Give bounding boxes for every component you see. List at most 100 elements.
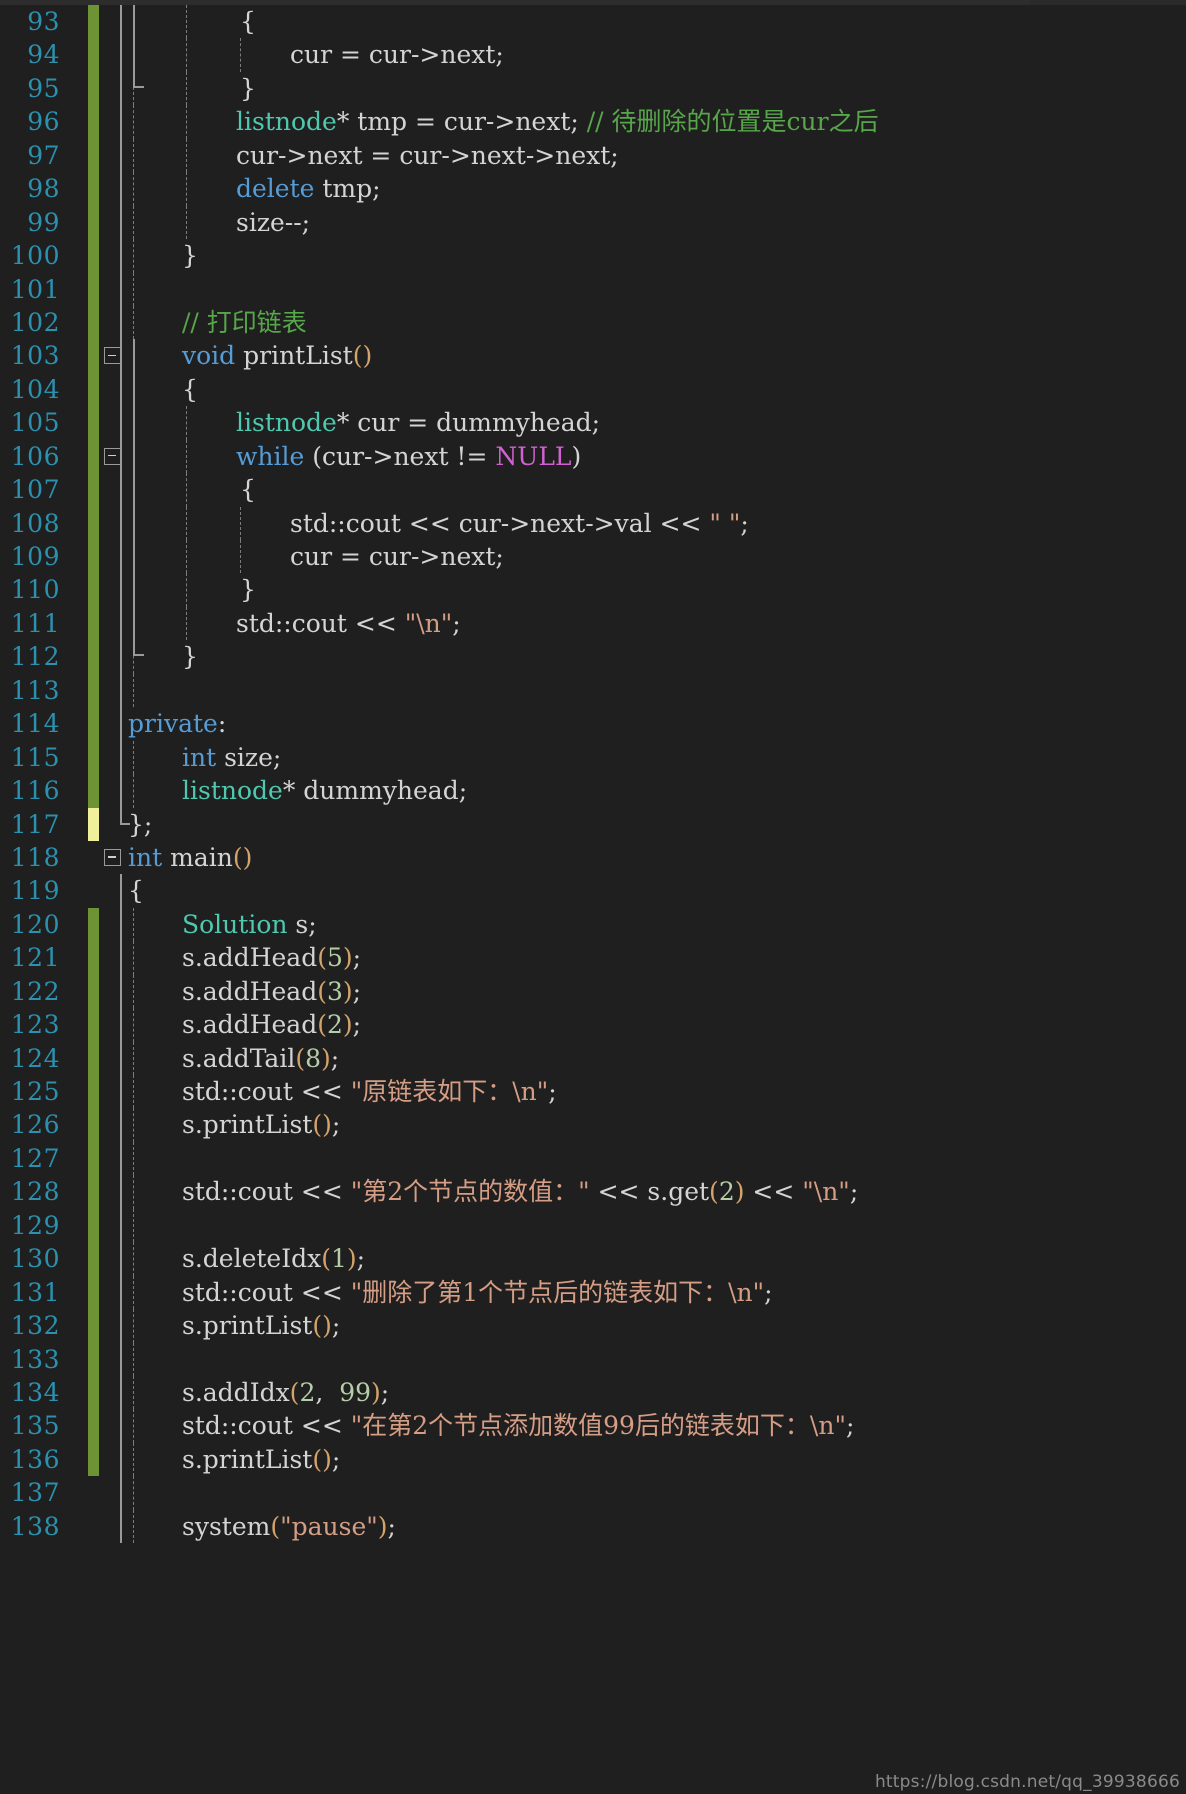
code-editor-viewport[interactable]: 93{94 cur = cur->next; 95} 96 listnode* tmp …	[0, 0, 1186, 1794]
code-line[interactable]: 99 size--;	[0, 205, 1186, 240]
code-text[interactable]: }	[182, 239, 198, 272]
code-text[interactable]: cur = cur->next;	[290, 38, 504, 71]
code-line[interactable]: 96 listnode* tmp = cur->next; // 待删除的位置是c…	[0, 105, 1186, 139]
code-text[interactable]: cur = cur->next;	[290, 540, 504, 573]
line-number: 99	[27, 207, 60, 237]
collapse-region-icon[interactable]	[104, 848, 121, 866]
code-line[interactable]: 102 // 打印链表	[0, 305, 1186, 340]
code-line[interactable]: 105 listnode* cur = dummyhead;	[0, 406, 1186, 440]
code-line[interactable]: 137	[0, 1476, 1186, 1510]
code-text[interactable]: listnode* tmp = cur->next; // 待删除的位置是cur…	[236, 105, 879, 138]
code-text[interactable]: int size;	[182, 741, 281, 774]
code-text[interactable]: {	[240, 5, 256, 38]
code-line[interactable]: 124 s.addTail(8);	[0, 1041, 1186, 1075]
code-text[interactable]: listnode* cur = dummyhead;	[236, 406, 600, 439]
code-line[interactable]: 94 cur = cur->next;	[0, 38, 1186, 72]
code-line[interactable]: 103 void printList()	[0, 339, 1186, 373]
code-text[interactable]: s.printList();	[182, 1443, 340, 1476]
code-text[interactable]: }	[240, 573, 256, 606]
code-line[interactable]: 132 s.printList();	[0, 1309, 1186, 1343]
code-text[interactable]: std::cout << "原链表如下：\n";	[182, 1075, 557, 1108]
collapse-region-icon[interactable]	[104, 347, 121, 365]
code-text[interactable]: {	[128, 874, 144, 907]
code-line[interactable]: 130 s.deleteIdx(1);	[0, 1242, 1186, 1276]
code-text[interactable]: // 打印链表	[182, 306, 307, 339]
code-line[interactable]: 117};	[0, 807, 1186, 841]
code-line[interactable]: 115 int size;	[0, 740, 1186, 775]
code-line[interactable]: 133	[0, 1342, 1186, 1376]
indent-guide	[133, 1375, 134, 1410]
code-line[interactable]: 118 int main()	[0, 841, 1186, 874]
bracket-guide	[133, 439, 135, 474]
code-line[interactable]: 127	[0, 1141, 1186, 1176]
code-text[interactable]: s.printList();	[182, 1108, 340, 1141]
code-line[interactable]: 131 std::cout << "删除了第1个节点后的链表如下：\n";	[0, 1275, 1186, 1310]
code-line[interactable]: 121 s.addHead(5);	[0, 941, 1186, 975]
code-line[interactable]: 109 cur = cur->next;	[0, 540, 1186, 574]
code-line[interactable]: 119 {	[0, 874, 1186, 908]
code-line[interactable]: 100}	[0, 239, 1186, 273]
code-line[interactable]: 134 s.addIdx(2, 99);	[0, 1375, 1186, 1410]
code-text[interactable]: s.addHead(3);	[182, 975, 361, 1008]
code-line[interactable]: 98 delete tmp;	[0, 172, 1186, 206]
code-token: )	[346, 1244, 357, 1274]
code-text[interactable]: s.addIdx(2, 99);	[182, 1376, 389, 1409]
bracket-guide	[133, 372, 135, 407]
code-text[interactable]: s.deleteIdx(1);	[182, 1242, 365, 1275]
code-text[interactable]: };	[128, 808, 152, 841]
code-text[interactable]: listnode* dummyhead;	[182, 774, 467, 807]
code-line[interactable]: 138 system("pause");	[0, 1509, 1186, 1544]
code-line[interactable]: 107 {	[0, 473, 1186, 507]
code-text[interactable]: s.addHead(5);	[182, 941, 361, 974]
code-text[interactable]: std::cout << "第2个节点的数值：" << s.get(2) << …	[182, 1175, 858, 1208]
code-line[interactable]: 114 private:	[0, 707, 1186, 741]
code-text[interactable]: std::cout << cur->next->val << " ";	[290, 507, 749, 540]
code-text[interactable]: while (cur->next != NULL)	[236, 440, 581, 473]
code-line[interactable]: 112}	[0, 640, 1186, 674]
code-text[interactable]: size--;	[236, 206, 310, 239]
code-text[interactable]: s.printList();	[182, 1309, 340, 1342]
code-text[interactable]: }	[182, 640, 198, 673]
code-text[interactable]: system("pause");	[182, 1510, 396, 1543]
code-line[interactable]: 120 Solution s;	[0, 907, 1186, 942]
code-text[interactable]: delete tmp;	[236, 172, 381, 205]
code-token: void	[182, 341, 236, 371]
code-text[interactable]: std::cout << "\n";	[236, 607, 461, 640]
code-line[interactable]: 106 while (cur->next != NULL)	[0, 439, 1186, 474]
code-line[interactable]: 135 std::cout << "在第2个节点添加数值99后的链表如下：\n";	[0, 1409, 1186, 1443]
code-line[interactable]: 93 {	[0, 5, 1186, 39]
code-text[interactable]: void printList()	[182, 339, 372, 372]
code-text[interactable]: }	[240, 72, 256, 105]
code-text[interactable]: {	[240, 473, 256, 506]
code-text[interactable]: std::cout << "在第2个节点添加数值99后的链表如下：\n";	[182, 1409, 854, 1442]
code-line[interactable]: 108 std::cout << cur->next->val << " ";	[0, 506, 1186, 540]
code-text[interactable]: {	[182, 373, 198, 406]
code-line[interactable]: 104 {	[0, 372, 1186, 407]
code-text[interactable]: std::cout << "删除了第1个节点后的链表如下：\n";	[182, 1276, 773, 1309]
code-line[interactable]: 125 std::cout << "原链表如下：\n";	[0, 1075, 1186, 1109]
code-line[interactable]: 129	[0, 1208, 1186, 1243]
code-text[interactable]: private:	[128, 707, 226, 740]
scope-guide-line	[120, 272, 122, 306]
code-line[interactable]: 116 listnode* dummyhead;	[0, 774, 1186, 808]
code-line[interactable]: 111 std::cout << "\n";	[0, 606, 1186, 641]
code-line[interactable]: 110}	[0, 573, 1186, 607]
code-text[interactable]: int main()	[128, 841, 252, 874]
scope-guide-line	[120, 205, 122, 240]
collapse-region-icon[interactable]	[104, 447, 121, 465]
code-token: (	[709, 1177, 719, 1207]
code-line[interactable]: 126 s.printList();	[0, 1108, 1186, 1142]
code-text[interactable]: cur->next = cur->next->next;	[236, 139, 619, 172]
code-text[interactable]: s.addTail(8);	[182, 1042, 339, 1075]
code-line[interactable]: 123 s.addHead(2);	[0, 1008, 1186, 1042]
code-line[interactable]: 136 s.printList();	[0, 1442, 1186, 1477]
code-line[interactable]: 101	[0, 272, 1186, 306]
code-line[interactable]: 113	[0, 673, 1186, 708]
code-text[interactable]: Solution s;	[182, 908, 317, 941]
change-tracking-bar	[88, 1510, 99, 1543]
code-text[interactable]: s.addHead(2);	[182, 1008, 361, 1041]
code-line[interactable]: 128 std::cout << "第2个节点的数值：" << s.get(2) …	[0, 1175, 1186, 1209]
code-line[interactable]: 95}	[0, 71, 1186, 106]
code-line[interactable]: 122 s.addHead(3);	[0, 974, 1186, 1009]
code-line[interactable]: 97 cur->next = cur->next->next;	[0, 138, 1186, 173]
